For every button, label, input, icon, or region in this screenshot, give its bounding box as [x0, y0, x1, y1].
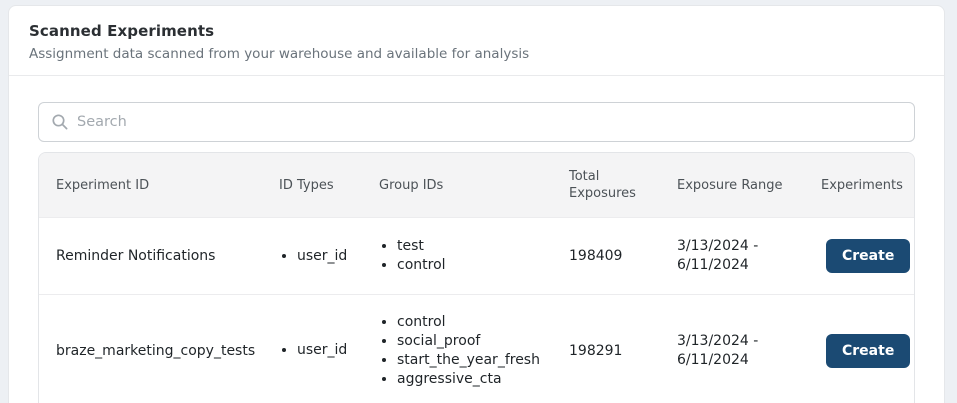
id-type-item: user_id	[297, 247, 369, 266]
cell-group-ids: test control	[379, 237, 569, 275]
group-id-item: control	[397, 313, 559, 332]
cell-experiment-id: braze_marketing_copy_tests	[56, 343, 279, 359]
cell-id-types: user_id	[279, 341, 379, 360]
card-header: Scanned Experiments Assignment data scan…	[9, 6, 944, 76]
cell-id-types: user_id	[279, 247, 379, 266]
search-icon	[51, 113, 69, 131]
cell-total-exposures: 198409	[569, 248, 677, 264]
column-header-exposure-range: Exposure Range	[677, 177, 821, 194]
cell-experiment-id: Reminder Notifications	[56, 248, 279, 264]
cell-exposure-range: 3/13/2024 - 6/11/2024	[677, 332, 821, 370]
cell-exposure-range: 3/13/2024 - 6/11/2024	[677, 237, 821, 275]
search-input[interactable]	[77, 114, 902, 130]
experiments-table: Experiment ID ID Types Group IDs Total E…	[38, 152, 915, 403]
group-id-item: aggressive_cta	[397, 370, 559, 389]
search-box[interactable]	[38, 102, 915, 142]
group-id-item: start_the_year_fresh	[397, 351, 559, 370]
table-row: Reminder Notifications user_id test cont…	[39, 217, 914, 294]
cell-group-ids: control social_proof start_the_year_fres…	[379, 313, 569, 389]
cell-experiments-action: Create	[821, 334, 915, 368]
column-header-group-ids: Group IDs	[379, 177, 569, 194]
id-type-item: user_id	[297, 341, 369, 360]
group-id-item: social_proof	[397, 332, 559, 351]
column-header-total-exposures: Total Exposures	[569, 168, 677, 202]
cell-total-exposures: 198291	[569, 343, 677, 359]
column-header-experiment-id: Experiment ID	[56, 177, 279, 194]
cell-experiments-action: Create	[821, 239, 915, 273]
create-experiment-button[interactable]: Create	[826, 239, 910, 273]
group-id-item: test	[397, 237, 559, 256]
create-experiment-button[interactable]: Create	[826, 334, 910, 368]
table-row: braze_marketing_copy_tests user_id contr…	[39, 294, 914, 403]
column-header-id-types: ID Types	[279, 177, 379, 194]
page-subtitle: Assignment data scanned from your wareho…	[29, 46, 924, 62]
page: { "header": { "title": "Scanned Experime…	[0, 0, 957, 403]
column-header-experiments: Experiments	[821, 177, 915, 194]
id-types-list: user_id	[279, 247, 369, 266]
group-ids-list: test control	[379, 237, 559, 275]
group-ids-list: control social_proof start_the_year_fres…	[379, 313, 559, 389]
scanned-experiments-card: Scanned Experiments Assignment data scan…	[8, 5, 945, 403]
group-id-item: control	[397, 256, 559, 275]
card-body: Experiment ID ID Types Group IDs Total E…	[9, 76, 944, 403]
id-types-list: user_id	[279, 341, 369, 360]
table-header-row: Experiment ID ID Types Group IDs Total E…	[39, 153, 914, 217]
page-title: Scanned Experiments	[29, 22, 924, 40]
